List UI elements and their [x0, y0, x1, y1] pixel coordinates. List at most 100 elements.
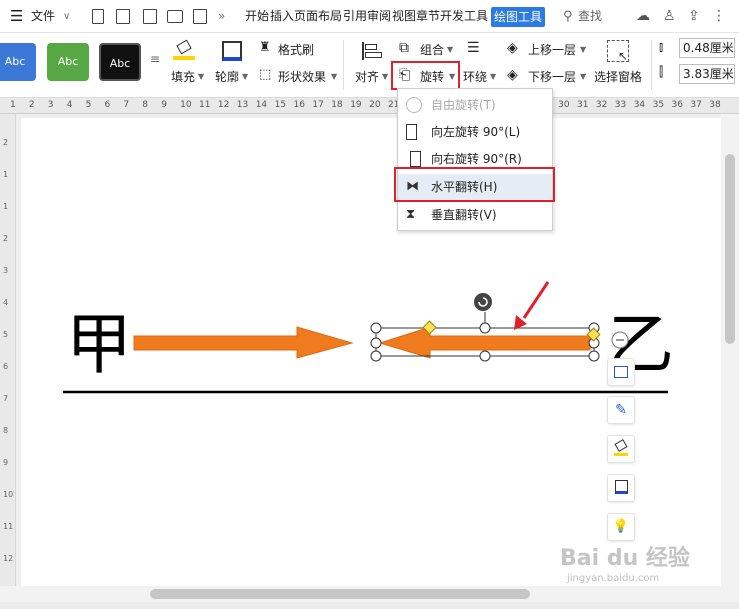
share-icon[interactable]: ⇪: [688, 0, 700, 33]
group-caret-icon[interactable]: ▼: [447, 45, 453, 54]
export-pdf-icon[interactable]: [143, 9, 157, 24]
vertical-ruler-number: 9: [3, 458, 9, 467]
ruler-number: 19: [350, 100, 362, 110]
ruler-number: 16: [293, 100, 305, 110]
vertical-scrollbar[interactable]: [721, 114, 739, 594]
ruler-number: 34: [633, 100, 646, 110]
group-icon[interactable]: ⧉: [399, 40, 409, 56]
outline-label[interactable]: 轮廓: [215, 68, 239, 85]
print-preview-icon[interactable]: [193, 9, 207, 24]
fill-label[interactable]: 填充: [171, 68, 195, 85]
menu-item-free-rotate: 自由旋转(T): [398, 92, 552, 118]
watermark: Bai du 经验: [560, 546, 690, 571]
search-icon[interactable]: ⚲: [563, 0, 573, 33]
menu-item-rotate-left[interactable]: 向左旋转 90°(L): [398, 119, 552, 145]
outline-caret-icon[interactable]: ▼: [242, 72, 248, 81]
tab-developer[interactable]: 开发工具: [440, 0, 488, 33]
tab-drawing-tools[interactable]: 绘图工具: [491, 7, 546, 27]
wrap-label[interactable]: 环绕: [463, 68, 487, 85]
float-pen-icon[interactable]: ✎: [607, 396, 635, 424]
search-label[interactable]: 查找: [578, 0, 602, 33]
save-icon[interactable]: [116, 9, 130, 24]
ruler-number: 14: [255, 100, 268, 110]
float-outline-icon[interactable]: [607, 474, 635, 502]
float-effects-icon[interactable]: 💡: [607, 513, 635, 541]
style-preset-black[interactable]: Abc: [99, 43, 141, 81]
ruler-number: 13: [236, 100, 249, 110]
flip-horizontal-highlight-box: [394, 167, 555, 202]
rotate-dropdown-menu: 自由旋转(T) 向左旋转 90°(L) 向右旋转 90°(R) ⧓ 水平翻转(H…: [397, 88, 553, 231]
float-layout-icon[interactable]: [607, 358, 635, 386]
fill-caret-icon[interactable]: ▼: [198, 72, 204, 81]
ruler-number: 9: [161, 100, 167, 110]
tab-review[interactable]: 审阅: [367, 0, 391, 33]
styles-expand-icon[interactable]: ≡: [150, 52, 160, 66]
rotate-highlight-box: [391, 61, 460, 90]
ruler-number: 17: [312, 100, 324, 110]
horizontal-scroll-thumb[interactable]: [150, 589, 530, 599]
tab-references[interactable]: 引用: [343, 0, 367, 33]
menu-item-flip-vertical[interactable]: ⧗ 垂直翻转(V): [398, 202, 552, 228]
send-backward-icon[interactable]: ◈: [507, 67, 518, 83]
selection-pane-label[interactable]: 选择窗格: [594, 68, 642, 85]
wrap-icon[interactable]: ☰: [467, 40, 480, 56]
height-field[interactable]: 0.48厘米: [679, 38, 735, 58]
wrap-caret-icon[interactable]: ▼: [490, 72, 496, 81]
tab-page-layout[interactable]: 页面布局: [294, 0, 342, 33]
format-painter-icon[interactable]: ♜: [259, 40, 271, 55]
vertical-ruler-number: 3: [3, 266, 9, 275]
new-doc-icon[interactable]: [92, 9, 104, 24]
align-icon[interactable]: [362, 42, 384, 60]
ruler-number: 20: [369, 100, 381, 110]
fill-icon[interactable]: [173, 39, 195, 60]
tab-chapter[interactable]: 章节: [416, 0, 440, 33]
vertical-ruler: 2 1 1 2 3 4 5 6 7 8 9 10 11 12: [0, 114, 16, 594]
hamburger-icon[interactable]: ☰: [10, 0, 23, 33]
vertical-ruler-number: 4: [3, 298, 9, 307]
ruler-number: 6: [104, 100, 111, 110]
print-icon[interactable]: [167, 10, 183, 23]
shape-effects-icon[interactable]: ⬚: [259, 67, 271, 82]
more-options-icon[interactable]: ⋮: [712, 0, 726, 33]
cloud-icon[interactable]: ☁: [636, 0, 650, 33]
tab-insert[interactable]: 插入: [270, 0, 294, 33]
more-icon[interactable]: »: [218, 0, 225, 33]
shape-effects-caret-icon[interactable]: ▼: [331, 72, 337, 81]
send-backward-caret-icon[interactable]: ▼: [580, 72, 586, 81]
menu-item-label: 向左旋转 90°(L): [431, 125, 521, 139]
vertical-ruler-number: 1: [3, 170, 9, 179]
ruler-number: 15: [274, 100, 287, 110]
vertical-ruler-number: 6: [3, 362, 9, 371]
bring-forward-label[interactable]: 上移一层: [528, 41, 576, 58]
share-user-icon[interactable]: ♙: [663, 0, 676, 33]
file-menu[interactable]: 文件: [31, 0, 55, 33]
vertical-scroll-thumb[interactable]: [725, 154, 735, 344]
ruler-number: 18: [331, 100, 343, 110]
ruler-number: 3: [47, 100, 54, 110]
format-painter-label[interactable]: 格式刷: [278, 41, 314, 58]
style-preset-green[interactable]: Abc: [47, 43, 89, 81]
send-backward-label[interactable]: 下移一层: [528, 68, 576, 85]
align-caret-icon[interactable]: ▼: [382, 72, 388, 81]
group-label[interactable]: 组合: [420, 41, 444, 58]
align-label[interactable]: 对齐: [355, 68, 379, 85]
ruler-number: 11: [199, 100, 211, 110]
menu-item-label: 垂直翻转(V): [431, 208, 497, 222]
free-rotate-icon: [406, 97, 422, 113]
bring-forward-caret-icon[interactable]: ▼: [580, 45, 586, 54]
tab-home[interactable]: 开始: [245, 0, 269, 33]
rotate-left-icon: [406, 124, 417, 140]
bring-forward-icon[interactable]: ◈: [507, 40, 518, 56]
selection-pane-icon[interactable]: ↖: [607, 40, 629, 62]
vertical-ruler-number: 2: [3, 234, 9, 243]
watermark-url: jingyan.baidu.com: [567, 573, 660, 584]
style-preset-blue[interactable]: Abc: [0, 43, 36, 81]
horizontal-scrollbar[interactable]: [0, 586, 739, 602]
tab-view[interactable]: 视图: [392, 0, 416, 33]
float-fill-icon[interactable]: [607, 435, 635, 463]
width-field[interactable]: 3.83厘米: [679, 64, 735, 84]
ruler-number: 5: [85, 100, 92, 110]
chevron-down-icon[interactable]: ∨: [63, 0, 70, 33]
shape-effects-label[interactable]: 形状效果: [278, 68, 326, 85]
outline-icon[interactable]: [222, 41, 242, 61]
